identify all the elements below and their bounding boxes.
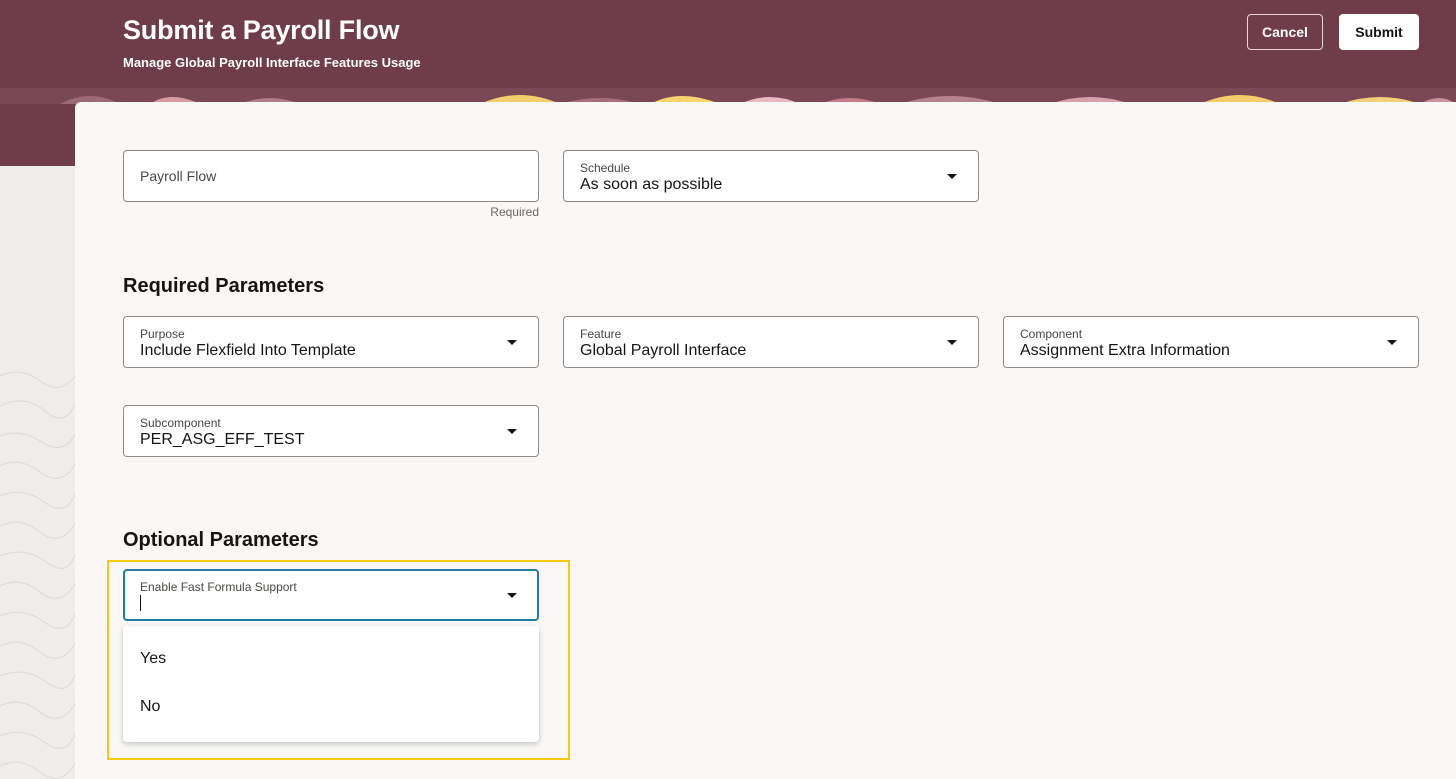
caret-down-icon[interactable] bbox=[1387, 340, 1397, 345]
feature-select[interactable]: Feature Global Payroll Interface bbox=[563, 316, 979, 368]
fast-formula-dropdown: Yes No bbox=[123, 626, 539, 742]
decorative-background-pattern bbox=[0, 166, 75, 779]
text-cursor bbox=[140, 595, 141, 611]
caret-down-icon[interactable] bbox=[947, 174, 957, 179]
cancel-button[interactable]: Cancel bbox=[1247, 14, 1323, 50]
caret-down-icon[interactable] bbox=[507, 340, 517, 345]
subcomponent-value: PER_ASG_EFF_TEST bbox=[140, 431, 305, 448]
caret-down-icon[interactable] bbox=[507, 593, 517, 598]
required-helper-text: Required bbox=[490, 205, 539, 219]
required-parameters-heading: Required Parameters bbox=[123, 275, 325, 297]
schedule-select[interactable]: Schedule As soon as possible bbox=[563, 150, 979, 202]
component-select[interactable]: Component Assignment Extra Information bbox=[1003, 316, 1419, 368]
feature-label: Feature bbox=[580, 327, 622, 341]
purpose-select[interactable]: Purpose Include Flexfield Into Template bbox=[123, 316, 539, 368]
feature-value: Global Payroll Interface bbox=[580, 342, 747, 359]
payroll-flow-page: Submit a Payroll Flow Manage Global Payr… bbox=[0, 0, 1456, 779]
fast-formula-label: Enable Fast Formula Support bbox=[140, 580, 297, 594]
submit-button[interactable]: Submit bbox=[1339, 14, 1419, 50]
optional-parameters-heading: Optional Parameters bbox=[123, 529, 319, 551]
component-value: Assignment Extra Information bbox=[1020, 342, 1230, 359]
purpose-label: Purpose bbox=[140, 327, 185, 341]
purpose-value: Include Flexfield Into Template bbox=[140, 342, 356, 359]
subcomponent-label: Subcomponent bbox=[140, 416, 221, 430]
payroll-flow-placeholder: Payroll Flow bbox=[140, 168, 217, 184]
fast-formula-select[interactable]: Enable Fast Formula Support bbox=[123, 569, 539, 621]
subcomponent-select[interactable]: Subcomponent PER_ASG_EFF_TEST bbox=[123, 405, 539, 457]
payroll-flow-field[interactable]: Payroll Flow bbox=[123, 150, 539, 202]
page-title: Submit a Payroll Flow bbox=[123, 15, 400, 45]
caret-down-icon[interactable] bbox=[947, 340, 957, 345]
option-yes[interactable]: Yes bbox=[123, 635, 539, 683]
schedule-value: As soon as possible bbox=[580, 176, 723, 193]
schedule-label: Schedule bbox=[580, 161, 631, 175]
option-no[interactable]: No bbox=[123, 683, 539, 731]
page-subtitle: Manage Global Payroll Interface Features… bbox=[123, 55, 421, 70]
caret-down-icon[interactable] bbox=[507, 429, 517, 434]
component-label: Component bbox=[1020, 327, 1083, 341]
